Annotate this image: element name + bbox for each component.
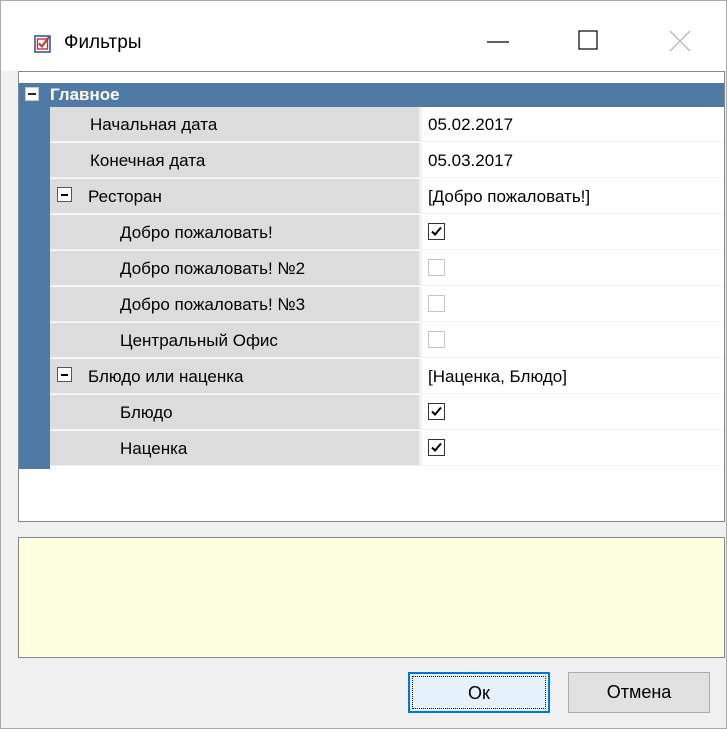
category-label: Главное	[50, 85, 120, 104]
collapse-icon[interactable]	[57, 367, 72, 382]
row-restaurant[interactable]: Ресторан [Добро пожаловать!]	[50, 179, 724, 214]
collapse-icon[interactable]	[57, 187, 72, 202]
close-button[interactable]	[658, 21, 704, 61]
start-date-value[interactable]: 05.02.2017	[422, 107, 724, 142]
close-icon	[669, 30, 691, 52]
row-restaurant-1[interactable]: Добро пожаловать!	[50, 215, 724, 250]
row-label: Ресторан	[88, 187, 162, 206]
row-restaurant-3[interactable]: Добро пожаловать! №3	[50, 287, 724, 322]
row-dish[interactable]: Блюдо	[50, 395, 724, 430]
row-label: Конечная дата	[90, 151, 206, 170]
central-office-checkbox[interactable]	[428, 331, 445, 348]
filters-dialog: Фильтры Главное Начальная дата 05.02.201…	[0, 0, 727, 729]
check-icon	[431, 406, 442, 416]
row-restaurant-2[interactable]: Добро пожаловать! №2	[50, 251, 724, 286]
row-dish-or-markup[interactable]: Блюдо или наценка [Наценка, Блюдо]	[50, 359, 724, 394]
minimize-button[interactable]	[475, 21, 521, 61]
end-date-value[interactable]: 05.03.2017	[422, 143, 724, 178]
cancel-button[interactable]: Отмена	[568, 672, 710, 713]
restaurant-3-checkbox[interactable]	[428, 295, 445, 312]
row-markup[interactable]: Наценка	[50, 431, 724, 466]
row-end-date[interactable]: Конечная дата 05.03.2017	[50, 143, 724, 178]
collapse-icon[interactable]	[25, 87, 39, 101]
restaurant-1-checkbox[interactable]	[428, 223, 445, 240]
row-label: Добро пожаловать!	[120, 223, 273, 242]
property-grid[interactable]: Главное Начальная дата 05.02.2017 Конечн…	[18, 71, 725, 522]
description-panel	[18, 537, 725, 658]
restaurant-value[interactable]: [Добро пожаловать!]	[422, 179, 724, 214]
restaurant-2-checkbox[interactable]	[428, 259, 445, 276]
window-title: Фильтры	[64, 32, 142, 53]
markup-checkbox[interactable]	[428, 439, 445, 456]
row-label: Наценка	[120, 439, 188, 458]
dish-checkbox[interactable]	[428, 403, 445, 420]
row-label: Начальная дата	[90, 115, 218, 134]
row-label: Добро пожаловать! №2	[120, 259, 306, 278]
row-label: Добро пожаловать! №3	[120, 295, 306, 314]
grid-gutter	[19, 107, 50, 469]
title-bar[interactable]: Фильтры	[1, 1, 726, 71]
minimize-icon	[487, 41, 509, 43]
checklist-icon	[34, 34, 53, 53]
maximize-button[interactable]	[563, 21, 609, 61]
cancel-button-label: Отмена	[606, 682, 672, 702]
row-central-office[interactable]: Центральный Офис	[50, 323, 724, 358]
check-icon	[431, 226, 442, 236]
row-label: Блюдо	[120, 403, 173, 422]
check-icon	[431, 442, 442, 452]
dish-or-markup-value[interactable]: [Наценка, Блюдо]	[422, 359, 724, 394]
row-label: Блюдо или наценка	[88, 367, 244, 386]
maximize-icon	[578, 30, 598, 50]
row-start-date[interactable]: Начальная дата 05.02.2017	[50, 107, 724, 142]
row-label: Центральный Офис	[120, 331, 278, 350]
ok-button[interactable]: Ок	[408, 672, 550, 713]
category-main[interactable]: Главное	[19, 83, 724, 107]
